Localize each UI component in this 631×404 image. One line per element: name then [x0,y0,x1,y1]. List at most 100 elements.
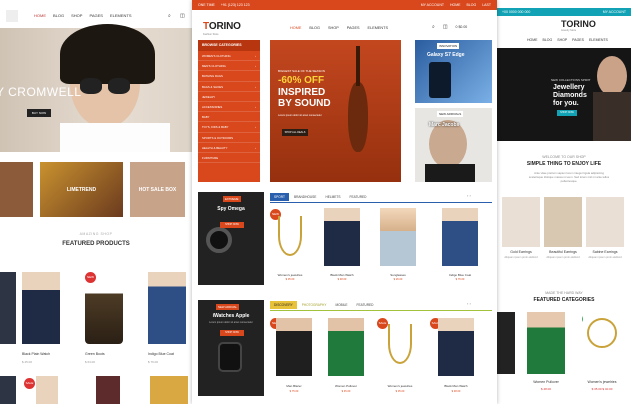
category-item[interactable]: SPORTS & OUTDOORS [198,133,260,143]
right-logo[interactable]: TORINO [561,19,596,29]
category-item[interactable]: BABY [198,112,260,123]
left-nav-elements[interactable]: ELEMENTS [110,13,132,18]
category-item[interactable]: HEALTH & BEAUTY › [198,143,260,153]
search-icon[interactable]: ⌕ [168,13,171,19]
promo2-button[interactable]: SHOP NOW [220,330,244,336]
left-nav-pages[interactable]: PAGES [89,13,103,18]
middle-logo[interactable]: TORINO [203,21,241,32]
side-banner-man[interactable]: NEW ARRIVALS Marc Jacobs [415,108,492,182]
row2-name-2[interactable]: Women's jewelries [380,384,420,388]
left-nav-home[interactable]: HOME [34,13,46,18]
category-item[interactable]: TOYS, KIDS & BABY › [198,122,260,133]
row1-product-2[interactable] [380,208,416,266]
right-fprod-1[interactable] [527,312,565,374]
right-topbar-account[interactable]: MY ACCOUNT [603,10,626,14]
left-hero-slider[interactable]: Y CROMWELL BUY NOW [0,24,192,152]
carousel-arrows[interactable]: ‹ › [467,193,471,198]
row1-name-1[interactable]: Black Man Watch [322,273,362,277]
tab-photography[interactable]: PHOTOGRAPHY [298,301,331,309]
tab-featured-2[interactable]: FEATURED [353,301,378,309]
right-hero-button[interactable]: SHOP NOW [557,110,577,116]
left-tile-2[interactable]: LIMETREND [40,162,123,217]
left-tile-1[interactable] [0,162,33,217]
category-item[interactable]: BAGS & SHOES › [198,82,260,92]
row2-product-1[interactable] [328,318,364,376]
row2-product-0[interactable] [276,318,312,376]
carousel-arrows-2[interactable]: ‹ › [467,301,471,306]
right-jewel-name-2[interactable]: Sabine Earrings [584,250,626,254]
row1-product-1[interactable] [324,208,360,266]
left-product-0[interactable] [0,272,16,344]
middle-nav-home[interactable]: HOME [290,26,301,30]
category-item[interactable]: ACCESSORIES › [198,102,260,113]
left-product-6[interactable] [96,376,120,404]
middle-topbar-last[interactable]: LAST [482,3,491,7]
middle-nav-elements[interactable]: ELEMENTS [368,26,388,30]
cart-icon[interactable]: ◫ [180,13,185,19]
right-fprod-name-0[interactable]: Women Pullover [526,380,566,384]
row2-product-3[interactable] [438,318,474,376]
left-product-name-2[interactable]: Indigo Blue Coat [148,352,174,356]
tab-helmets[interactable]: HELMETS [321,193,344,201]
categories-header[interactable]: BROWSE CATEGORIES [198,40,260,51]
row2-product-2[interactable] [382,322,418,380]
tab-mobile[interactable]: MOBILE [331,301,351,309]
tab-featured[interactable]: FEATURED [346,193,371,201]
tab-sport[interactable]: SPORT [270,193,289,201]
right-nav-elements[interactable]: ELEMENTS [589,38,608,42]
right-fprod-2[interactable] [583,312,621,374]
row1-name-3[interactable]: Indigo Blue Coat [440,273,480,277]
middle-hero-button[interactable]: SHOP ALL DEALS [282,129,308,136]
middle-nav-pages[interactable]: PAGES [347,26,360,30]
middle-hero-slider[interactable]: BIGGEST SALE OF THE SEASON -60% OFF INSP… [270,40,401,182]
category-item[interactable]: WOMEN'S CLOTHING › [198,51,260,62]
row1-name-0[interactable]: Women's jewelries [270,273,310,277]
right-nav-blog[interactable]: BLOG [543,38,553,42]
tab-discovery[interactable]: DISCOVERY [270,301,297,309]
category-item[interactable]: MEN'S CLOTHING › [198,61,260,72]
side-banner-phone[interactable]: INNOVATION Galaxy S7 Edge [415,40,492,103]
right-jewel-img-0[interactable] [502,197,540,247]
left-product-name-0[interactable]: Black Plain Watch [22,352,50,356]
row2-name-0[interactable]: Man Blazer [274,384,314,388]
category-item[interactable]: FURNITURE [198,153,260,164]
middle-nav-shop[interactable]: SHOP [328,26,339,30]
left-product-3[interactable] [148,272,186,344]
right-jewel-name-0[interactable]: Gold Earrings [500,250,542,254]
right-nav-home[interactable]: HOME [527,38,538,42]
row1-product-0[interactable] [272,214,308,272]
row1-name-2[interactable]: Sunglasses [378,273,418,277]
category-item[interactable]: JEWELRY [198,92,260,102]
row1-product-3[interactable] [442,208,478,266]
left-product-7[interactable] [150,376,188,404]
middle-topbar-home[interactable]: HOME [450,3,461,7]
category-item[interactable]: BATHING RAGS [198,71,260,82]
left-product-1[interactable] [22,272,60,344]
right-nav-pages[interactable]: PAGES [572,38,584,42]
right-jewel-img-2[interactable] [586,197,624,247]
promo-iwatches[interactable]: NEW ARRIVAL iWatches Apple Lorem ipsum d… [198,300,264,396]
right-fprod-0[interactable] [497,312,515,374]
left-product-5[interactable] [36,376,58,404]
cart-icon[interactable]: ◫ [443,24,448,30]
left-nav-blog[interactable]: BLOG [53,13,64,18]
left-hero-button[interactable]: BUY NOW [27,109,51,117]
search-icon[interactable]: ⌕ [432,24,435,30]
right-fprod-name-1[interactable]: Women's jewelries [582,380,622,384]
middle-topbar-account[interactable]: MY ACCOUNT [421,3,444,7]
left-nav-shop[interactable]: SHOP [71,13,82,18]
left-tile-3[interactable]: HOT SALE BOX [130,162,185,217]
right-hero-slider[interactable]: NEW COLLECTIONS SPIRIT Jewellery Diamond… [497,48,631,141]
promo1-button[interactable]: SHOP NOW [220,222,244,228]
cart-total[interactable]: 0 $0.00 [456,25,468,30]
left-product-name-1[interactable]: Green Boots [85,352,105,356]
right-jewel-name-1[interactable]: Beautiful Earrings [542,250,584,254]
left-product-4[interactable] [0,376,16,404]
row2-name-1[interactable]: Women Pullover [326,384,366,388]
right-jewel-img-1[interactable] [544,197,582,247]
right-nav-shop[interactable]: SHOP [557,38,567,42]
row2-name-3[interactable]: Black Man Watch [436,384,476,388]
middle-topbar-blog[interactable]: BLOG [467,3,477,7]
promo-spy-omega[interactable]: EXTREME Spy Omega SHOP NOW [198,192,264,285]
tab-brandhouse[interactable]: BRANDHOUSE [290,193,321,201]
